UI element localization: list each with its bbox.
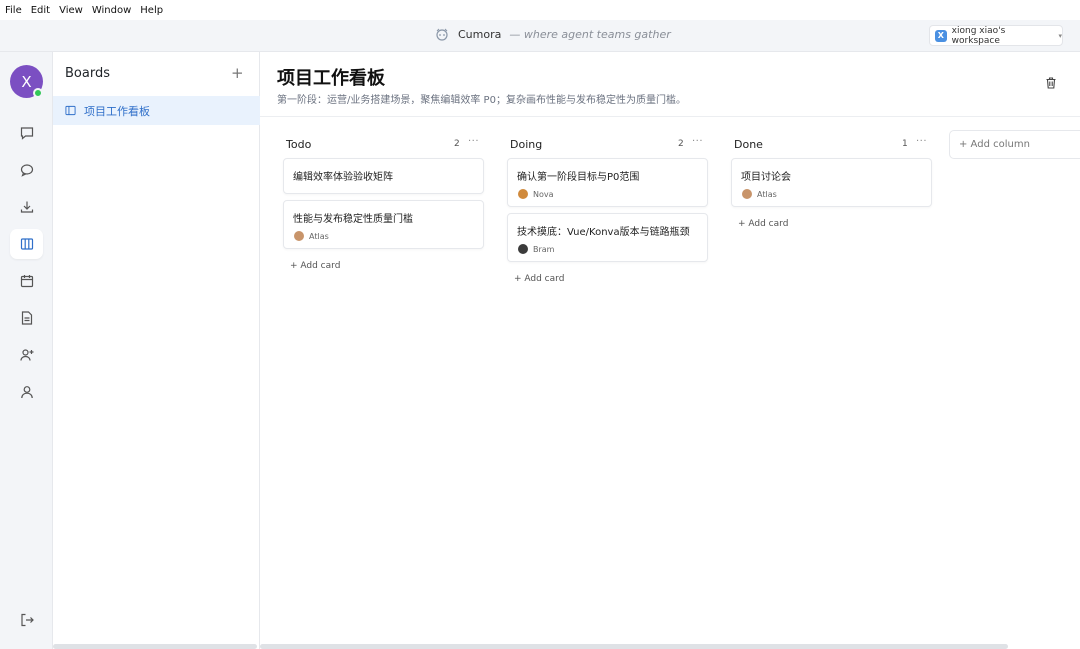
trash-icon[interactable] <box>1044 76 1058 90</box>
card-title: 性能与发布稳定性质量门槛 <box>293 214 413 225</box>
column-name: Doing <box>510 138 543 151</box>
add-card-button[interactable]: + Add card <box>290 261 340 271</box>
card[interactable]: 项目讨论会 Atlas <box>731 158 932 207</box>
assignee-name: Nova <box>533 189 554 199</box>
header-divider <box>260 116 1080 117</box>
user-icon[interactable] <box>10 377 43 407</box>
card-assignee: Bram <box>518 244 554 254</box>
card-title: 确认第一阶段目标与P0范围 <box>517 172 640 183</box>
chevron-down-icon: ▾ <box>1058 31 1062 40</box>
app-title: Cumora — where agent teams gather <box>434 27 671 41</box>
column-todo: Todo 2 ··· 编辑效率体验验收矩阵 性能与发布稳定性质量门槛 Atlas… <box>283 134 484 271</box>
menu-help[interactable]: Help <box>140 5 163 16</box>
card-assignee: Nova <box>518 189 554 199</box>
column-name: Todo <box>286 138 312 151</box>
column-done: Done 1 ··· 项目讨论会 Atlas + Add card <box>731 134 932 229</box>
card-title: 编辑效率体验验收矩阵 <box>293 172 393 183</box>
sidebar-scrollbar[interactable] <box>53 644 257 649</box>
more-options-icon[interactable]: ··· <box>692 136 703 147</box>
add-card-button[interactable]: + Add card <box>738 219 788 229</box>
card-title: 项目讨论会 <box>741 172 791 183</box>
assignee-avatar <box>742 189 752 199</box>
page-subtitle: 第一阶段：运营/业务搭建场景，聚焦编辑效率 P0；复杂画布性能与发布稳定性为质量… <box>277 95 686 106</box>
assignee-avatar <box>518 244 528 254</box>
column-count: 2 <box>678 139 684 149</box>
title-bar: Cumora — where agent teams gather X xion… <box>0 20 1080 52</box>
card[interactable]: 编辑效率体验验收矩阵 <box>283 158 484 194</box>
assignee-avatar <box>294 231 304 241</box>
column-header: Done 1 ··· <box>731 134 932 156</box>
column-header: Doing 2 ··· <box>507 134 708 156</box>
document-icon[interactable] <box>10 303 43 333</box>
online-status-dot <box>33 88 43 98</box>
message-icon[interactable] <box>10 155 43 185</box>
boards-title: Boards <box>65 66 110 81</box>
board-item-label: 项目工作看板 <box>84 104 150 118</box>
more-options-icon[interactable]: ··· <box>916 136 927 147</box>
column-count: 2 <box>454 139 460 149</box>
assignee-name: Atlas <box>757 189 777 199</box>
board-scrollbar[interactable] <box>260 644 1008 649</box>
boards-sidebar: Boards + 项目工作看板 <box>53 52 260 649</box>
assignee-name: Bram <box>533 244 555 254</box>
assignee-name: Atlas <box>309 231 329 241</box>
board-main: 项目工作看板 第一阶段：运营/业务搭建场景，聚焦编辑效率 P0；复杂画布性能与发… <box>260 52 1080 649</box>
app-name: Cumora <box>458 27 502 41</box>
menu-view[interactable]: View <box>59 5 83 16</box>
cumora-logo-icon <box>436 28 448 41</box>
add-card-button[interactable]: + Add card <box>514 274 564 284</box>
card[interactable]: 确认第一阶段目标与P0范围 Nova <box>507 158 708 207</box>
menu-edit[interactable]: Edit <box>31 5 50 16</box>
column-doing: Doing 2 ··· 确认第一阶段目标与P0范围 Nova 技术摸底：Vue/… <box>507 134 708 284</box>
column-header: Todo 2 ··· <box>283 134 484 156</box>
more-options-icon[interactable]: ··· <box>468 136 479 147</box>
board-icon <box>65 105 76 116</box>
column-count: 1 <box>902 139 908 149</box>
card[interactable]: 性能与发布稳定性质量门槛 Atlas <box>283 200 484 249</box>
add-board-button[interactable]: + <box>231 64 244 82</box>
menu-window[interactable]: Window <box>92 5 131 16</box>
menu-bar: File Edit View Window Help <box>0 0 1080 20</box>
assignee-avatar <box>518 189 528 199</box>
card-title: 技术摸底：Vue/Konva版本与链路瓶颈 <box>517 227 690 238</box>
workspace-name: xiong xiao's workspace <box>951 25 1006 46</box>
page-title: 项目工作看板 <box>277 68 385 89</box>
logout-icon[interactable] <box>10 605 43 635</box>
card[interactable]: 技术摸底：Vue/Konva版本与链路瓶颈 Bram <box>507 213 708 262</box>
board-columns-icon[interactable] <box>10 229 43 259</box>
add-user-icon[interactable] <box>10 340 43 370</box>
add-column-button[interactable]: + Add column <box>949 130 1080 159</box>
app-tagline: — where agent teams gather <box>509 27 671 41</box>
column-name: Done <box>734 138 763 151</box>
card-assignee: Atlas <box>742 189 777 199</box>
workspace-badge: X <box>935 29 947 42</box>
card-assignee: Atlas <box>294 231 329 241</box>
menu-file[interactable]: File <box>5 5 22 16</box>
nav-rail: X <box>0 52 53 649</box>
board-item-selected[interactable]: 项目工作看板 <box>53 96 260 125</box>
calendar-icon[interactable] <box>10 266 43 296</box>
workspace-switcher[interactable]: X xiong xiao's workspace ▾ <box>929 25 1063 46</box>
chat-bubble-icon[interactable] <box>10 118 43 148</box>
inbox-download-icon[interactable] <box>10 192 43 222</box>
